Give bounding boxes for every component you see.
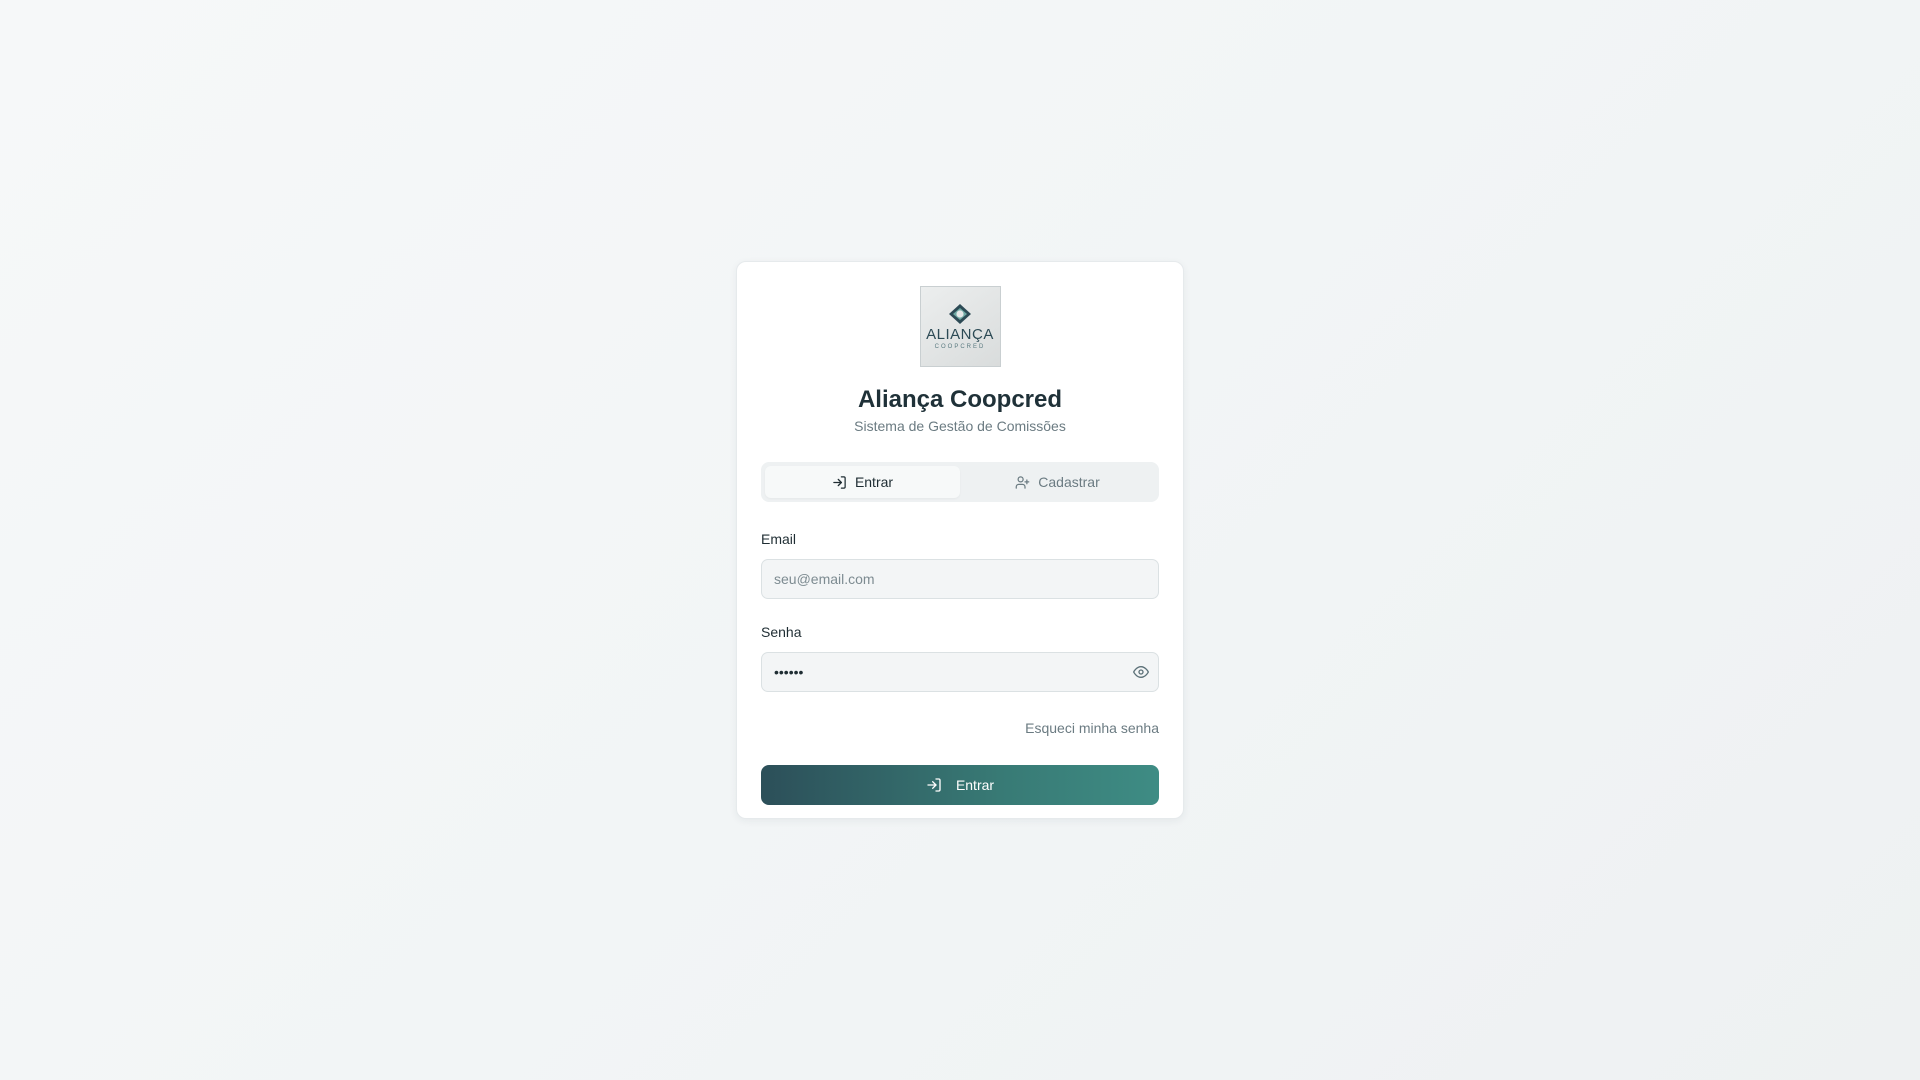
page-subtitle: Sistema de Gestão de Comissões	[854, 418, 1066, 434]
tab-cadastrar-label: Cadastrar	[1038, 474, 1100, 490]
forgot-password-link[interactable]: Esqueci minha senha	[1025, 720, 1159, 736]
submit-login-label: Entrar	[955, 777, 995, 793]
password-label: Senha	[761, 624, 802, 640]
logo-subtext: COOPCRED	[934, 344, 986, 350]
forgot-row: Esqueci minha senha	[761, 720, 1159, 736]
log-in-icon	[833, 475, 846, 489]
tab-entrar[interactable]: Entrar	[765, 466, 960, 498]
logo-wordmark: ALIANÇA	[926, 326, 994, 343]
user-plus-icon	[1015, 475, 1030, 489]
page-title: Aliança Coopcred	[857, 386, 1063, 413]
password-field[interactable]	[761, 652, 1159, 692]
tab-cadastrar[interactable]: Cadastrar	[960, 466, 1155, 498]
email-field[interactable]	[761, 559, 1159, 599]
login-card: ALIANÇA COOPCRED Aliança Coopcred Sistem…	[736, 261, 1184, 819]
password-field-wrapper	[761, 652, 1159, 692]
auth-tabs: Entrar Cadastrar	[761, 462, 1159, 502]
eye-icon[interactable]	[1133, 664, 1149, 680]
log-in-icon	[927, 778, 941, 792]
diamond-logo-icon	[949, 304, 971, 324]
brand-logo: ALIANÇA COOPCRED	[919, 286, 1001, 367]
tab-entrar-label: Entrar	[854, 474, 894, 490]
submit-login-button[interactable]: Entrar	[761, 765, 1159, 805]
email-field-wrapper	[761, 559, 1159, 599]
email-label: Email	[761, 531, 797, 547]
logo-wrapper: ALIANÇA COOPCRED	[761, 286, 1159, 367]
